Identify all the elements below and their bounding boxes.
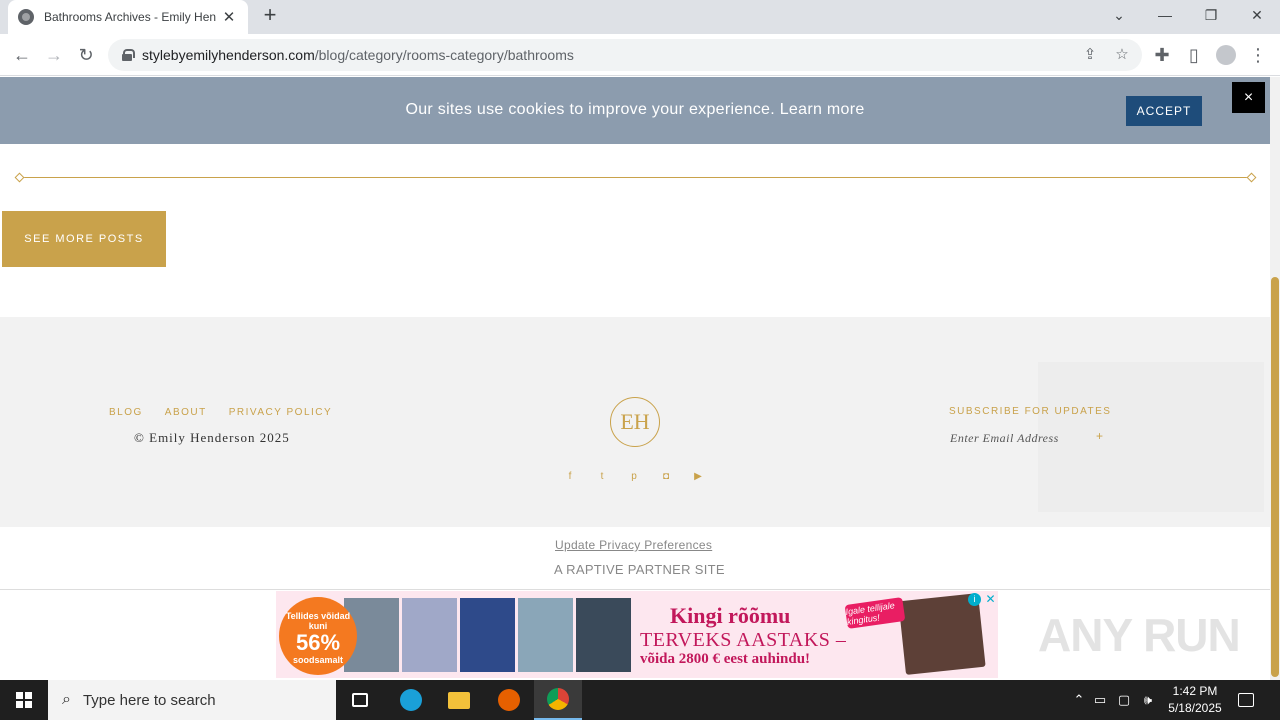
footer-link-privacy-policy[interactable]: PRIVACY POLICY: [229, 407, 332, 418]
page-viewport: Our sites use cookies to improve your ex…: [0, 77, 1270, 680]
divider-end-left: [14, 172, 25, 183]
ad-line2: TERVEKS AASTAKS –: [640, 629, 847, 651]
ad-tag: Igale tellijale kingitus!: [844, 597, 906, 629]
close-icon[interactable]: ×: [1232, 82, 1265, 113]
footer-link-blog[interactable]: BLOG: [109, 407, 143, 418]
footer-link-about[interactable]: ABOUT: [165, 407, 207, 418]
footer-nav: BLOG ABOUT PRIVACY POLICY: [109, 407, 332, 418]
url-host: stylebyemilyhenderson.com: [142, 47, 315, 63]
partner-text: A RAPTIVE PARTNER SITE: [554, 562, 725, 577]
share-icon[interactable]: ⇪: [1080, 45, 1100, 65]
scrollbar[interactable]: [1270, 77, 1280, 680]
globe-icon: [18, 9, 34, 25]
clock-date: 5/18/2025: [1168, 701, 1222, 715]
taskbar-search-placeholder: Type here to search: [82, 691, 216, 709]
divider: [19, 177, 1251, 178]
ad-close-icon[interactable]: ✕: [984, 593, 997, 606]
scrollbar-thumb[interactable]: [1271, 277, 1279, 677]
social-links: f t p ◘ ▶: [563, 469, 705, 483]
anyrun-watermark: ANY RUN: [1038, 609, 1241, 661]
taskbar-clock[interactable]: 1:42 PM 5/18/2025: [1160, 683, 1230, 717]
magazine-cover: [460, 598, 515, 672]
email-field[interactable]: [950, 427, 1090, 449]
chrome-icon[interactable]: [534, 680, 582, 720]
browser-toolbar: ← → ↻ stylebyemilyhenderson.com/blog/cat…: [0, 34, 1280, 76]
browser-titlebar: Bathrooms Archives - Emily Henderson ✕ +…: [0, 0, 1280, 34]
copyright: © Emily Henderson 2025: [134, 430, 290, 445]
magazine-cover: [576, 598, 631, 672]
badge-percent: 56%: [295, 630, 341, 655]
profile-avatar-icon[interactable]: [1211, 40, 1241, 70]
facebook-icon[interactable]: f: [563, 469, 577, 483]
clock-time: 1:42 PM: [1172, 684, 1218, 698]
url-path: /blog/category/rooms-category/bathrooms: [314, 47, 574, 63]
cookie-banner: Our sites use cookies to improve your ex…: [0, 77, 1270, 144]
pinterest-icon[interactable]: p: [627, 469, 641, 483]
firefox-icon[interactable]: [485, 680, 533, 720]
badge-line1: Tellides võidad kuni: [285, 611, 351, 631]
taskbar-search[interactable]: ⌕ Type here to search: [48, 680, 336, 720]
windows-taskbar: ⌕ Type here to search ⌃ ▭ ▢ 🕪 1:42 PM 5/…: [0, 680, 1280, 720]
subscribe-submit-button[interactable]: +: [1096, 429, 1103, 443]
magazine-covers: [344, 598, 631, 672]
discount-badge: Tellides võidad kuni 56% soodsamalt: [279, 597, 357, 675]
edge-icon[interactable]: [387, 680, 435, 720]
divider-end-right: [1246, 172, 1257, 183]
menu-dots-icon[interactable]: ⋮: [1243, 40, 1273, 70]
advertisement-banner[interactable]: Tellides võidad kuni 56% soodsamalt King…: [276, 591, 998, 678]
search-icon: ⌕: [62, 691, 71, 708]
side-panel-icon[interactable]: ▯: [1179, 40, 1209, 70]
back-icon[interactable]: ←: [7, 40, 37, 70]
network-icon[interactable]: ▭: [1088, 692, 1112, 708]
windows-logo-icon: [16, 692, 32, 708]
twitter-icon[interactable]: t: [595, 469, 609, 483]
notification-icon[interactable]: [1238, 680, 1254, 720]
bookmark-star-icon[interactable]: ☆: [1112, 45, 1132, 65]
ad-headline: Kingi rõõmu: [670, 603, 791, 628]
subscribe-title: SUBSCRIBE FOR UPDATES: [949, 406, 1112, 417]
monitor-icon[interactable]: ▢: [1112, 692, 1136, 708]
minimize-button[interactable]: —: [1142, 0, 1188, 30]
reload-icon[interactable]: ↻: [71, 40, 101, 70]
site-footer: BLOG ABOUT PRIVACY POLICY © Emily Hender…: [0, 317, 1270, 527]
extensions-icon[interactable]: ✚: [1147, 40, 1177, 70]
task-view-icon[interactable]: [336, 680, 384, 720]
tab-search-icon[interactable]: ⌄: [1096, 0, 1142, 30]
magazine-cover: [518, 598, 573, 672]
update-privacy-preferences-link[interactable]: Update Privacy Preferences: [555, 538, 712, 552]
ad-info-icon[interactable]: i: [968, 593, 981, 606]
chevron-up-icon[interactable]: ⌃: [1070, 692, 1088, 708]
tab-close-icon[interactable]: ✕: [220, 8, 238, 26]
lock-icon[interactable]: [122, 49, 135, 61]
forward-icon[interactable]: →: [39, 40, 69, 70]
volume-icon[interactable]: 🕪: [1136, 692, 1160, 708]
youtube-icon[interactable]: ▶: [691, 469, 705, 483]
system-tray: ⌃ ▭ ▢ 🕪: [1070, 680, 1160, 720]
eh-logo[interactable]: EH: [610, 397, 660, 447]
magazine-cover: [402, 598, 457, 672]
ad-separator: [0, 589, 1270, 590]
start-button[interactable]: [0, 680, 48, 720]
file-explorer-icon[interactable]: [435, 680, 483, 720]
instagram-icon[interactable]: ◘: [659, 469, 673, 483]
close-window-button[interactable]: ✕: [1234, 0, 1280, 30]
browser-tab[interactable]: Bathrooms Archives - Emily Henderson ✕: [8, 0, 248, 34]
tab-title: Bathrooms Archives - Emily Henderson: [44, 10, 216, 24]
accept-cookies-button[interactable]: ACCEPT: [1126, 96, 1202, 126]
ad-line3: võida 2800 € eest auhindu!: [640, 651, 811, 667]
cookie-text: Our sites use cookies to improve your ex…: [405, 101, 865, 118]
address-bar[interactable]: stylebyemilyhenderson.com/blog/category/…: [108, 39, 1142, 71]
badge-line2: soodsamalt: [292, 655, 343, 665]
restore-button[interactable]: ❐: [1188, 0, 1234, 30]
new-tab-button[interactable]: +: [258, 4, 282, 28]
see-more-posts-button[interactable]: SEE MORE POSTS: [2, 211, 166, 267]
